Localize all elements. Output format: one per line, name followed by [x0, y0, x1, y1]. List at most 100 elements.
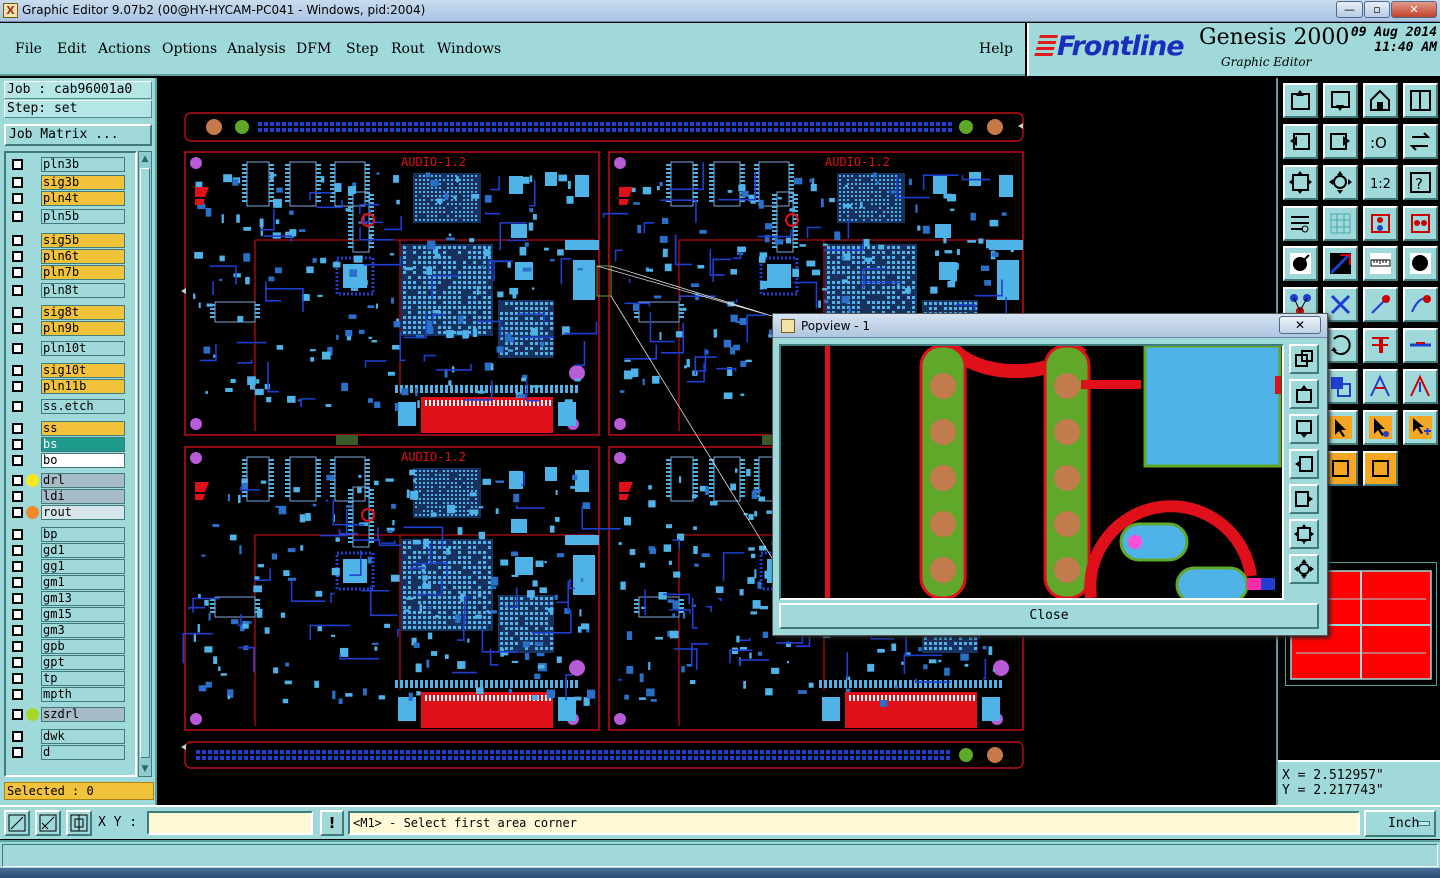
save-icon[interactable] — [1323, 83, 1358, 118]
layer-checkbox[interactable] — [12, 545, 23, 556]
popview-close-x[interactable]: ✕ — [1279, 316, 1321, 334]
layer-checkbox[interactable] — [12, 285, 23, 296]
layer-checkbox[interactable] — [12, 577, 23, 588]
layer-row-d[interactable]: d — [6, 745, 129, 760]
layer-name[interactable]: pln5b — [41, 209, 125, 224]
layer-checkbox[interactable] — [12, 159, 23, 170]
menu-options[interactable]: Options — [162, 41, 217, 57]
xy-input[interactable] — [147, 811, 313, 835]
layer-checkbox[interactable] — [12, 641, 23, 652]
menu-windows[interactable]: Windows — [437, 41, 501, 57]
layer-name[interactable]: ss.etch — [41, 399, 125, 414]
menu-edit[interactable]: Edit — [57, 41, 86, 57]
layer-name[interactable]: gpb — [41, 639, 125, 654]
layer-row-pln7b[interactable]: pln7b — [6, 265, 129, 280]
layer-name[interactable]: gd1 — [41, 543, 125, 558]
layer-checkbox[interactable] — [12, 491, 23, 502]
open-job-icon[interactable] — [1283, 83, 1318, 118]
pv-zoom-center-icon[interactable] — [1289, 554, 1319, 584]
layer-row-pln5b[interactable]: pln5b — [6, 209, 129, 224]
layer-name[interactable]: sig10t — [41, 363, 125, 378]
layer-checkbox[interactable] — [12, 401, 23, 412]
layer-row-gd1[interactable]: gd1 — [6, 543, 129, 558]
zoom-area-icon[interactable] — [4, 810, 30, 836]
layer-name[interactable]: gm15 — [41, 607, 125, 622]
layer-checkbox[interactable] — [12, 381, 23, 392]
layer-row-mpth[interactable]: mpth — [6, 687, 129, 702]
layer-checkbox[interactable] — [12, 343, 23, 354]
popview-zoom-view[interactable] — [779, 344, 1284, 600]
layer-row-gm3[interactable]: gm3 — [6, 623, 129, 638]
cut-line-icon[interactable] — [1323, 246, 1358, 281]
layer-checkbox[interactable] — [12, 609, 23, 620]
layer-row-sig3b[interactable]: sig3b — [6, 175, 129, 190]
layer-name[interactable]: drl — [41, 473, 125, 488]
layer-name[interactable]: rout — [41, 505, 125, 520]
pv-save-up-icon[interactable] — [1289, 379, 1319, 409]
layer-row-bo[interactable]: bo — [6, 453, 129, 468]
layer-row-gpt[interactable]: gpt — [6, 655, 129, 670]
scroll-down-icon[interactable]: ▼ — [139, 762, 151, 776]
layer-row-drl[interactable]: drl — [6, 473, 129, 488]
popview-close-button[interactable]: Close — [779, 603, 1319, 629]
help-icon[interactable]: ? — [1403, 165, 1438, 200]
layer-row-sig5b[interactable]: sig5b — [6, 233, 129, 248]
menu-analysis[interactable]: Analysis — [227, 41, 286, 57]
copy-icon[interactable] — [1403, 369, 1438, 404]
pv-pan-left-icon[interactable] — [1289, 449, 1319, 479]
layer-row-gm15[interactable]: gm15 — [6, 607, 129, 622]
layer-checkbox[interactable] — [12, 625, 23, 636]
layer-name[interactable]: bs — [41, 437, 125, 452]
pan-left-icon[interactable] — [1283, 124, 1318, 159]
layer-row-szdrl[interactable]: szdrl — [6, 707, 129, 722]
layer-name[interactable]: gm3 — [41, 623, 125, 638]
units-selector[interactable]: Inch — [1364, 810, 1436, 837]
menu-step[interactable]: Step — [346, 41, 378, 57]
layer-row-pln10t[interactable]: pln10t — [6, 341, 129, 356]
layer-name[interactable]: gg1 — [41, 559, 125, 574]
layer-row-bs[interactable]: bs — [6, 437, 129, 452]
warning-button[interactable]: ! — [320, 810, 344, 836]
layer-checkbox[interactable] — [12, 507, 23, 518]
scroll-thumb[interactable] — [140, 168, 150, 758]
layer-name[interactable]: pln11b — [41, 379, 125, 394]
layer-checkbox[interactable] — [12, 211, 23, 222]
select-point-icon[interactable] — [1323, 451, 1358, 486]
layer-row-rout[interactable]: rout — [6, 505, 129, 520]
layer-name[interactable]: pln8t — [41, 283, 125, 298]
layer-row-gg1[interactable]: gg1 — [6, 559, 129, 574]
layer-row-tp[interactable]: tp — [6, 671, 129, 686]
layer-checkbox[interactable] — [12, 235, 23, 246]
layer-name[interactable]: bo — [41, 453, 125, 468]
layer-checkbox[interactable] — [12, 455, 23, 466]
layer-checkbox[interactable] — [12, 475, 23, 486]
layer-name[interactable]: pln4t — [41, 191, 125, 206]
pv-zoom-fit-icon[interactable] — [1289, 519, 1319, 549]
layer-row-pln8t[interactable]: pln8t — [6, 283, 129, 298]
zoom-home-icon[interactable] — [1283, 165, 1318, 200]
layer-checkbox[interactable] — [12, 307, 23, 318]
layer-row-gm1[interactable]: gm1 — [6, 575, 129, 590]
layer-checkbox[interactable] — [12, 747, 23, 758]
layer-row-bp[interactable]: bp — [6, 527, 129, 542]
job-matrix-button[interactable]: Job Matrix ... — [4, 124, 152, 146]
layer-checkbox[interactable] — [12, 709, 23, 720]
layer-row-ss[interactable]: ss — [6, 421, 129, 436]
anchor-icon[interactable] — [1323, 369, 1358, 404]
layer-row-sig10t[interactable]: sig10t — [6, 363, 129, 378]
filter-icon[interactable] — [1283, 206, 1318, 241]
circle-icon[interactable] — [1403, 246, 1438, 281]
layer-name[interactable]: gpt — [41, 655, 125, 670]
layer-checkbox[interactable] — [12, 193, 23, 204]
delete-node-icon[interactable] — [1323, 287, 1358, 322]
menu-help[interactable]: Help — [979, 41, 1013, 57]
redraw-icon[interactable] — [1403, 124, 1438, 159]
layer-name[interactable]: ss — [41, 421, 125, 436]
pan-right-icon[interactable] — [1323, 124, 1358, 159]
layer-row-ldi[interactable]: ldi — [6, 489, 129, 504]
layer-checkbox[interactable] — [12, 529, 23, 540]
layer-checkbox[interactable] — [12, 267, 23, 278]
layer-scrollbar[interactable]: ▲ ▼ — [138, 151, 152, 777]
layer-name[interactable]: sig3b — [41, 175, 125, 190]
layer-row-sig8t[interactable]: sig8t — [6, 305, 129, 320]
